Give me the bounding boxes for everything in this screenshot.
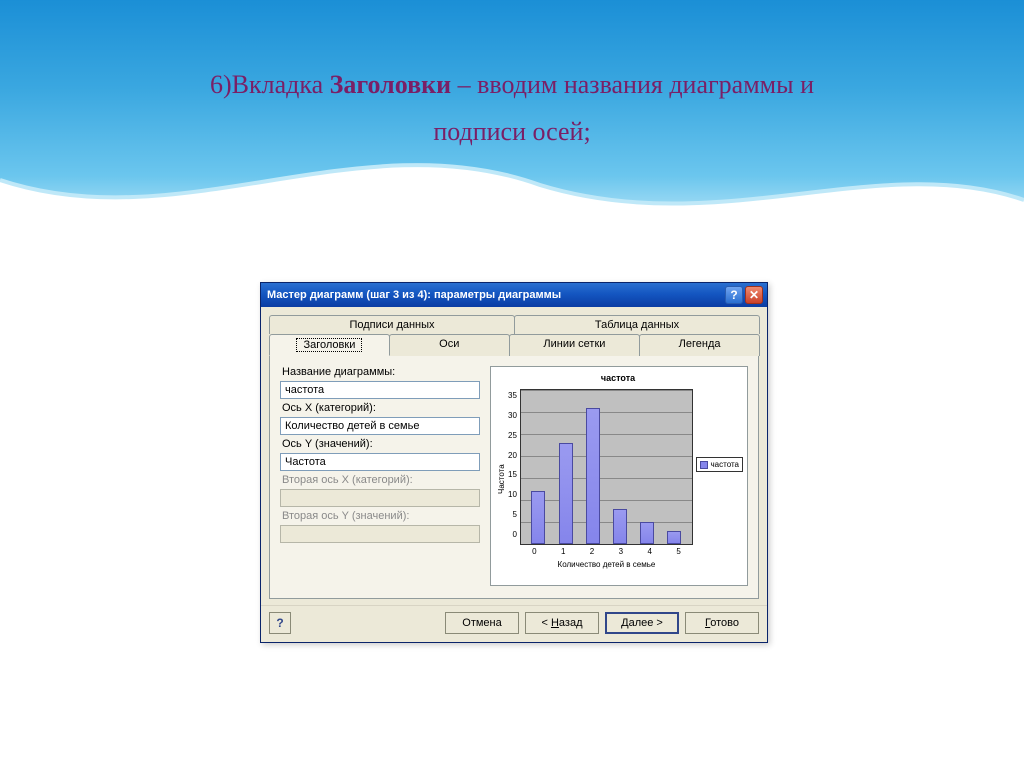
chart-xticks: 0 1 2 3 4 5	[520, 547, 693, 556]
help-icon[interactable]: ?	[725, 286, 743, 304]
cancel-button[interactable]: Отмена	[445, 612, 519, 634]
input-axis-y[interactable]	[280, 453, 480, 471]
chart-yticks: 35 30 25 20 15 10 5 0	[508, 389, 517, 539]
chart-bar	[586, 408, 600, 544]
chart-wizard-dialog: Мастер диаграмм (шаг 3 из 4): параметры …	[260, 282, 768, 643]
slide-title: 6)Вкладка Заголовки – вводим названия ди…	[0, 62, 1024, 156]
label-axis-x: Ось X (категорий):	[280, 402, 480, 414]
input-chart-title[interactable]	[280, 381, 480, 399]
back-button[interactable]: < Назад	[525, 612, 599, 634]
next-button[interactable]: Далее >	[605, 612, 679, 634]
slide-title-post: – вводим названия диаграммы и	[451, 70, 814, 99]
dialog-body: Подписи данных Таблица данных Заголовки …	[261, 307, 767, 605]
close-icon[interactable]: ✕	[745, 286, 763, 304]
tab-gridlines[interactable]: Линии сетки	[509, 334, 641, 356]
legend-swatch	[700, 461, 708, 469]
legend-label: частота	[711, 460, 740, 469]
slide-title-bold: Заголовки	[330, 70, 451, 99]
form-column: Название диаграммы: Ось X (категорий): О…	[280, 366, 480, 586]
label-axis-x2: Вторая ось X (категорий):	[280, 474, 480, 486]
tab-page-titles: Название диаграммы: Ось X (категорий): О…	[269, 355, 759, 599]
slide-title-pre: 6)Вкладка	[210, 70, 330, 99]
chart-ylabel: Частота	[495, 389, 508, 569]
chart-bar	[667, 531, 681, 544]
chart-xlabel: Количество детей в семье	[520, 560, 693, 569]
input-axis-y2	[280, 525, 480, 543]
label-axis-y: Ось Y (значений):	[280, 438, 480, 450]
input-axis-x[interactable]	[280, 417, 480, 435]
dialog-button-row: ? Отмена < Назад Далее > Готово	[261, 605, 767, 642]
chart-bar	[531, 491, 545, 544]
label-axis-y2: Вторая ось Y (значений):	[280, 510, 480, 522]
chart-legend: частота	[696, 457, 744, 472]
tab-data-labels[interactable]: Подписи данных	[269, 315, 515, 334]
tab-titles[interactable]: Заголовки	[269, 334, 390, 356]
label-chart-title: Название диаграммы:	[280, 366, 480, 378]
tab-strip: Подписи данных Таблица данных Заголовки …	[269, 315, 759, 599]
chart-bar	[559, 443, 573, 544]
tab-legend[interactable]: Легенда	[639, 334, 760, 356]
input-axis-x2	[280, 489, 480, 507]
chart-preview: частота Частота 35 30 25 20 15 10 5 0	[490, 366, 748, 586]
titlebar[interactable]: Мастер диаграмм (шаг 3 из 4): параметры …	[261, 283, 767, 307]
chart-title: частота	[495, 373, 741, 383]
chart-bar	[613, 509, 627, 544]
chart-bar	[640, 522, 654, 544]
tab-axes[interactable]: Оси	[389, 334, 510, 356]
tab-data-table[interactable]: Таблица данных	[514, 315, 760, 334]
chart-plot-area	[520, 389, 693, 545]
finish-button[interactable]: Готово	[685, 612, 759, 634]
dialog-title: Мастер диаграмм (шаг 3 из 4): параметры …	[267, 289, 725, 301]
context-help-button[interactable]: ?	[269, 612, 291, 634]
slide-title-line2: подписи осей;	[433, 117, 590, 146]
